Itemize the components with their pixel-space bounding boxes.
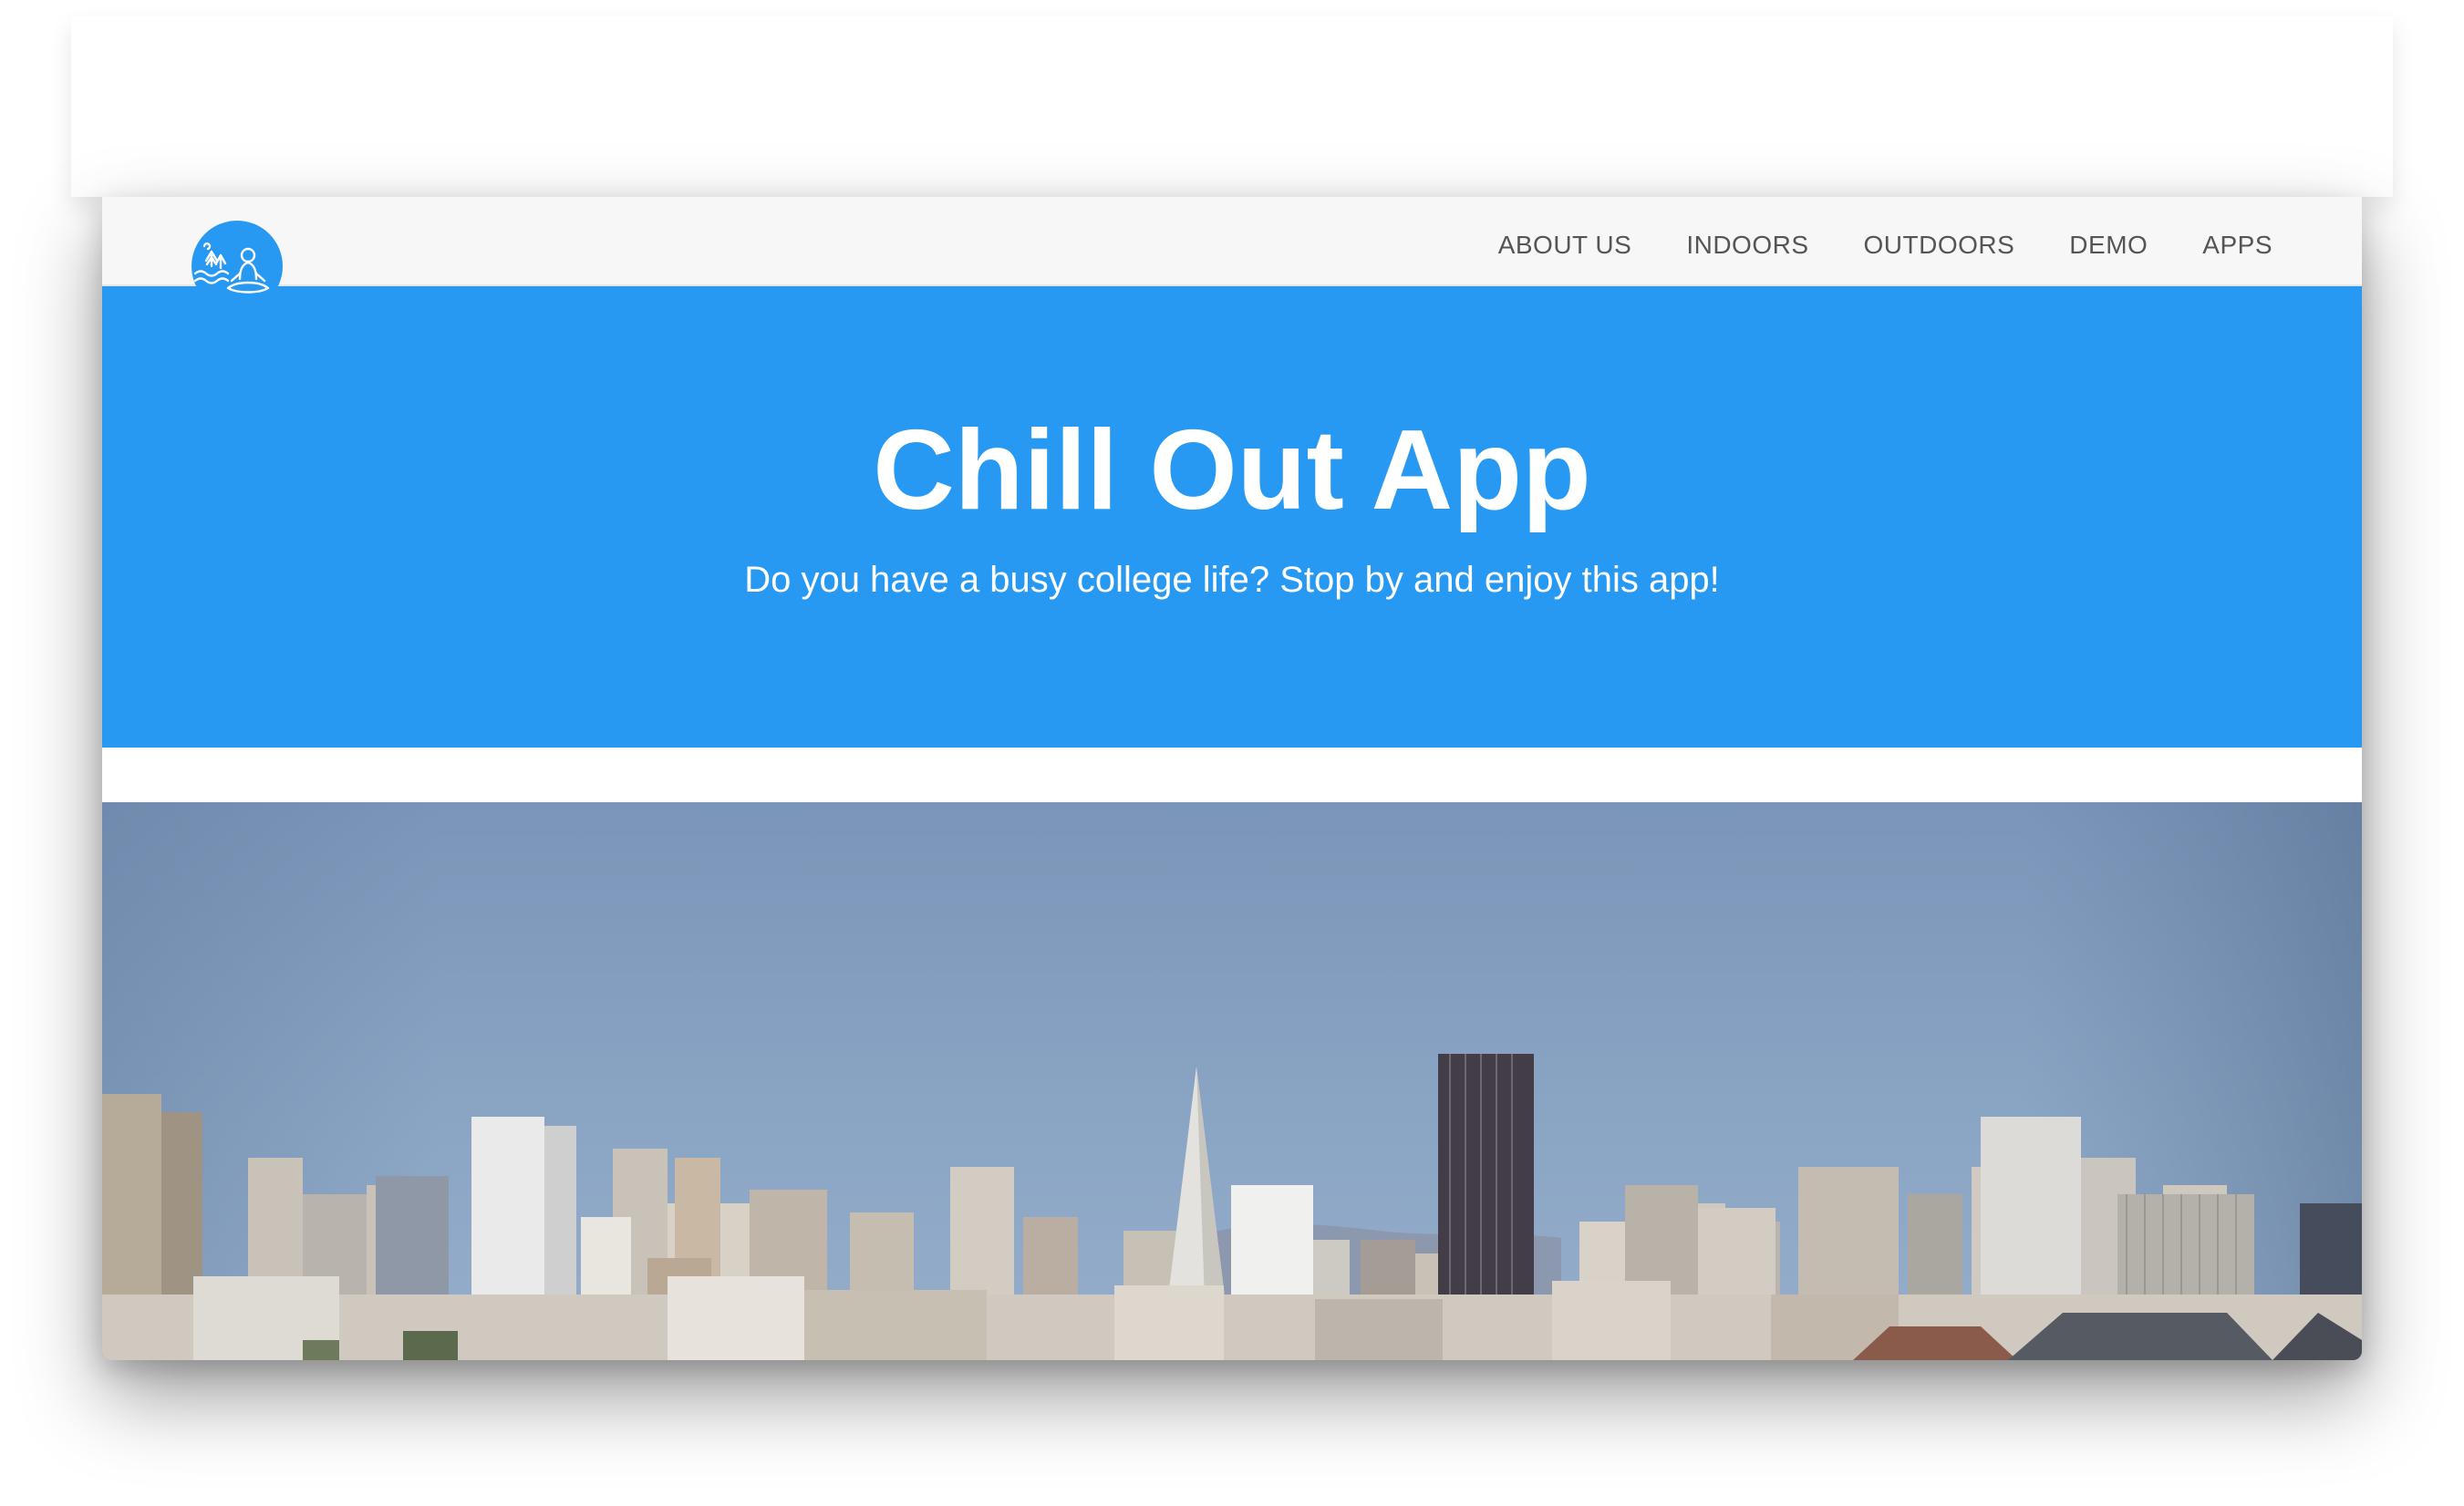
meditation-logo-icon[interactable]	[192, 221, 283, 312]
city-skyline-image	[102, 802, 2362, 1360]
hero-title: Chill Out App	[873, 407, 1591, 533]
nav-item-outdoors[interactable]: OUTDOORS	[1864, 222, 2015, 260]
hero-banner: Chill Out App Do you have a busy college…	[102, 286, 2362, 748]
section-spacer	[102, 748, 2362, 802]
hero-subtitle: Do you have a busy college life? Stop by…	[744, 560, 1720, 600]
nav-item-indoors[interactable]: INDOORS	[1686, 222, 1808, 260]
browser-screenshot: ABOUT US INDOORS OUTDOORS DEMO APPS Chil…	[0, 0, 2464, 1506]
browser-chrome-area	[71, 16, 2393, 197]
nav-item-apps[interactable]: APPS	[2202, 222, 2272, 260]
nav-item-demo[interactable]: DEMO	[2069, 222, 2148, 260]
nav-item-about-us[interactable]: ABOUT US	[1498, 222, 1632, 260]
app-window: ABOUT US INDOORS OUTDOORS DEMO APPS Chil…	[102, 197, 2362, 1360]
top-navbar: ABOUT US INDOORS OUTDOORS DEMO APPS	[102, 197, 2362, 286]
nav-menu: ABOUT US INDOORS OUTDOORS DEMO APPS	[1444, 197, 2272, 284]
